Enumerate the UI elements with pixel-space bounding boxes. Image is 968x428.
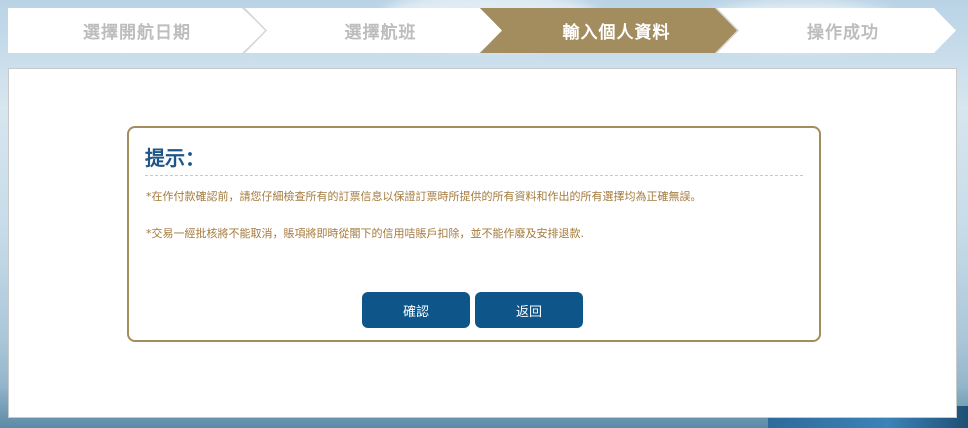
step-label: 輸入個人資料 bbox=[562, 23, 671, 43]
chevron-divider-icon bbox=[243, 8, 268, 53]
booking-progress-steps: 選擇開航日期 選擇航班 輸入個人資料 操作成功 bbox=[8, 8, 956, 53]
notice-text-no-cancel: *交易一經批核將不能取消，賬項將即時從閣下的信用咭賬戶扣除，並不能作廢及安排退款… bbox=[146, 227, 584, 240]
main-panel: 提示： *在作付款確認前，請您仔細檢查所有的訂票信息以保證訂票時所提供的所有資料… bbox=[8, 68, 957, 418]
step-select-date: 選擇開航日期 bbox=[8, 8, 266, 53]
chevron-divider-icon bbox=[715, 8, 740, 53]
step-select-sailing: 選擇航班 bbox=[244, 8, 503, 53]
notice-text-verify: *在作付款確認前，請您仔細檢查所有的訂票信息以保證訂票時所提供的所有資料和作出的… bbox=[146, 190, 702, 203]
notice-box: 提示： *在作付款確認前，請您仔細檢查所有的訂票信息以保證訂票時所提供的所有資料… bbox=[127, 126, 821, 342]
step-label: 選擇航班 bbox=[344, 23, 417, 43]
confirm-button[interactable]: 確認 bbox=[362, 292, 470, 328]
notice-title: 提示： bbox=[145, 142, 803, 176]
back-button[interactable]: 返回 bbox=[475, 292, 583, 328]
step-success: 操作成功 bbox=[716, 8, 956, 53]
step-enter-personal-info: 輸入個人資料 bbox=[480, 8, 739, 53]
step-label: 操作成功 bbox=[807, 23, 879, 43]
step-label: 選擇開航日期 bbox=[83, 23, 191, 43]
